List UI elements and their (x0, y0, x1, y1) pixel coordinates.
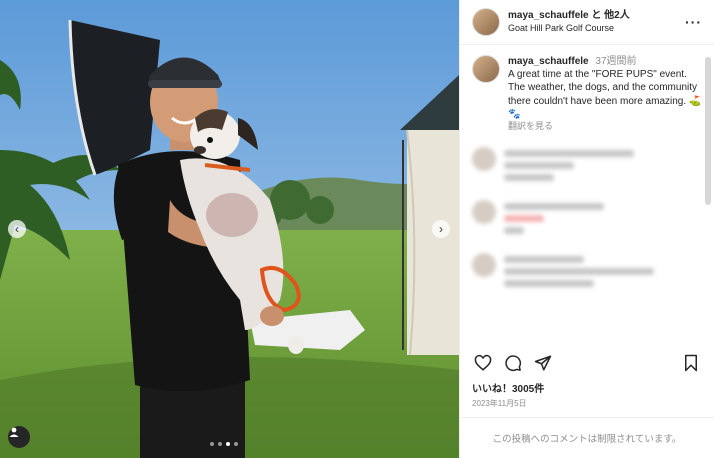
post-photo[interactable]: ‹ › (0, 0, 459, 458)
chevron-left-icon[interactable]: ‹ (8, 220, 26, 238)
carousel-dot (234, 442, 238, 446)
carousel-dot-active (226, 442, 230, 446)
comment-lines (504, 253, 702, 292)
location[interactable]: Goat Hill Park Golf Course (508, 23, 685, 34)
header-username-line: maya_schauffele と 他2人 (508, 10, 685, 23)
coauthors[interactable]: と 他2人 (591, 10, 629, 21)
header-username[interactable]: maya_schauffele (508, 10, 589, 21)
instagram-post: ‹ › maya_schauffele と 他2人 Goat Hill Park… (0, 0, 714, 458)
comments-section: maya_schauffele 37週間前 A great time at th… (460, 45, 714, 346)
send-icon[interactable] (532, 352, 554, 374)
like-count[interactable]: いいね！3005件 (460, 380, 714, 395)
comment-row-blurred (472, 146, 702, 186)
avatar[interactable] (472, 8, 500, 36)
caption-body: maya_schauffele 37週間前 A great time at th… (508, 55, 702, 133)
action-bar (460, 346, 714, 380)
caption-text: A great time at the "FORE PUPS" event. T… (508, 69, 702, 120)
post-panel: maya_schauffele と 他2人 Goat Hill Park Gol… (459, 0, 714, 458)
user-tag-icon[interactable] (8, 426, 30, 448)
comment-avatar (472, 252, 496, 277)
translate-link[interactable]: 翻訳を見る (508, 121, 702, 133)
caption-time: 37週間前 (595, 56, 637, 67)
comment-row-blurred (472, 252, 702, 292)
comment-lines (504, 200, 702, 239)
carousel-dots (210, 442, 238, 446)
comment-lines (504, 147, 702, 186)
post-header: maya_schauffele と 他2人 Goat Hill Park Gol… (460, 0, 714, 45)
caption: maya_schauffele 37週間前 A great time at th… (472, 55, 702, 133)
photo-scene (0, 0, 459, 458)
comment-icon[interactable] (502, 352, 524, 374)
comment-avatar (472, 199, 496, 224)
post-date: 2023年11月5日 (472, 399, 527, 408)
caption-avatar[interactable] (472, 55, 500, 83)
comment-row-blurred (472, 199, 702, 239)
carousel-dot (210, 442, 214, 446)
chevron-right-icon[interactable]: › (432, 220, 450, 238)
heart-icon[interactable] (472, 352, 494, 374)
comments-disabled-notice: この投稿へのコメントは制限されています。 (460, 417, 714, 458)
caption-username[interactable]: maya_schauffele (508, 56, 589, 67)
more-options-icon[interactable]: ··· (685, 14, 702, 30)
comment-avatar (472, 146, 496, 171)
carousel-dot (218, 442, 222, 446)
bookmark-icon[interactable] (680, 352, 702, 374)
comments-scrollbar[interactable] (705, 57, 711, 205)
header-text: maya_schauffele と 他2人 Goat Hill Park Gol… (508, 10, 685, 34)
